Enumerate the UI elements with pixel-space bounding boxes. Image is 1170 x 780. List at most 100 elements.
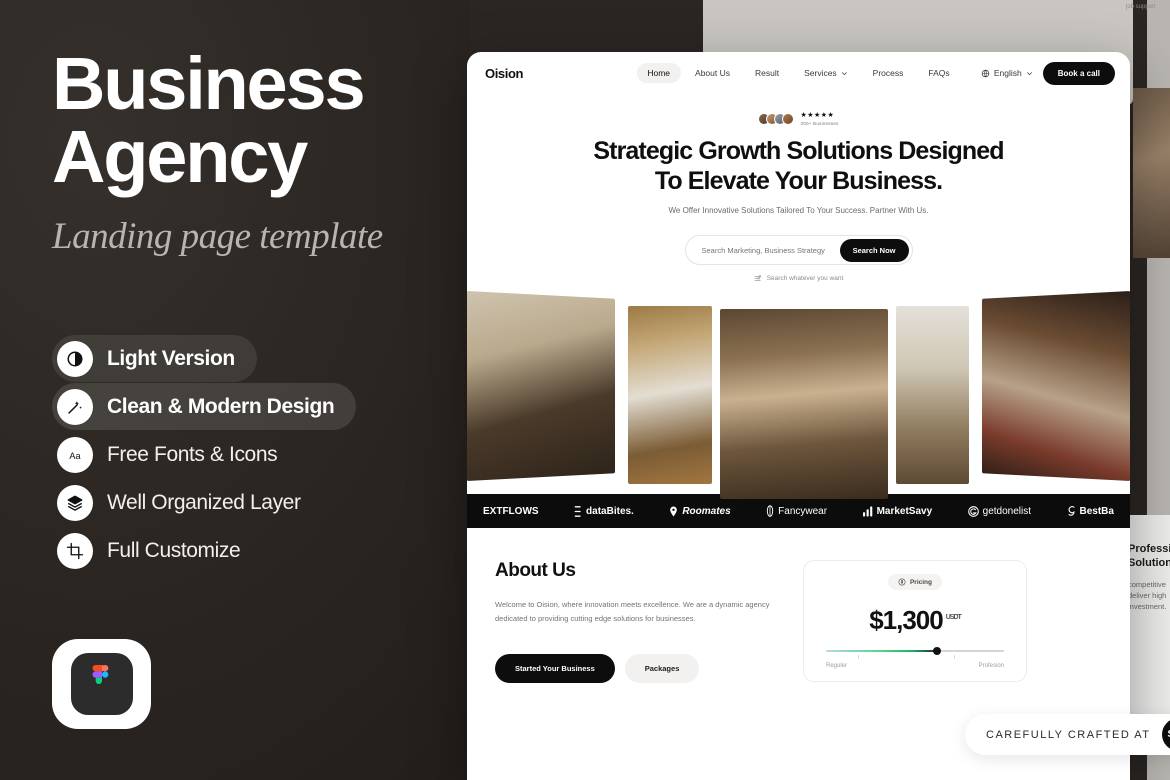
hero-gallery bbox=[467, 290, 1130, 499]
bean-icon bbox=[1068, 505, 1074, 516]
background-right-photo bbox=[1133, 88, 1170, 258]
brand-logo-nextflows: EXTFLOWS bbox=[483, 506, 539, 517]
crop-icon bbox=[57, 532, 93, 569]
nav-label: Result bbox=[754, 68, 780, 78]
layers-icon bbox=[57, 484, 93, 521]
nav-label: Process bbox=[872, 68, 904, 78]
feature-label: Light Version bbox=[107, 346, 235, 370]
hero-search: Search Now Search whatever you want bbox=[684, 235, 913, 282]
search-input[interactable] bbox=[701, 245, 840, 255]
feature-label: Free Fonts & Icons bbox=[107, 442, 278, 466]
nav-menu: Home About Us Result Services Process FA… bbox=[636, 63, 960, 83]
pricing-badge: Pricing bbox=[887, 574, 943, 590]
slider-tick bbox=[954, 655, 956, 659]
nav-item-services[interactable]: Services bbox=[793, 63, 859, 83]
figma-logo-badge bbox=[52, 639, 151, 729]
background-right-card: Professional Solutions competitive deliv… bbox=[1124, 515, 1170, 735]
nav-right-group: English Book a call bbox=[981, 61, 1115, 85]
feature-item-well-organized-layer: Well Organized Layer bbox=[52, 479, 323, 526]
gallery-image-woman-record-store bbox=[720, 309, 888, 499]
typography-icon: Aa bbox=[57, 436, 93, 473]
feature-label: Full Customize bbox=[107, 538, 241, 562]
crafted-at-watermark: CAREFULLY CRAFTED AT Slab! bbox=[965, 714, 1170, 755]
slider-min-label: Reguler bbox=[826, 663, 848, 669]
background-card-body: competitive deliver high investment. bbox=[1128, 579, 1167, 612]
brand-logo-databites: dataBites. bbox=[574, 506, 634, 517]
promo-subtitle: Landing page template bbox=[52, 216, 383, 258]
brand-logo-bestbank: BestBa bbox=[1067, 506, 1114, 517]
book-a-call-button[interactable]: Book a call bbox=[1042, 61, 1115, 85]
bars-icon bbox=[574, 505, 581, 517]
nav-label: About Us bbox=[695, 68, 730, 78]
brand-logos-strip: EXTFLOWS dataBites. Roomates Fancywear M… bbox=[467, 494, 1130, 528]
about-text-column: About Us Welcome to Oision, where innova… bbox=[495, 560, 785, 683]
hero-heading-line-2: To Elevate Your Business. bbox=[654, 167, 943, 195]
about-section: About Us Welcome to Oision, where innova… bbox=[467, 528, 1130, 683]
nav-item-faqs[interactable]: FAQs bbox=[917, 63, 960, 83]
hero-heading: Strategic Growth Solutions Designed To E… bbox=[467, 136, 1130, 196]
brand-name: EXTFLOWS bbox=[483, 505, 539, 517]
promo-title-line-2: Agency bbox=[52, 114, 308, 198]
site-navbar: Oision Home About Us Result Services Pro… bbox=[467, 52, 1130, 94]
slab-logo: Slab! bbox=[1162, 718, 1170, 751]
slider-track[interactable] bbox=[826, 650, 1004, 652]
chart-icon bbox=[862, 506, 872, 516]
packages-button[interactable]: Packages bbox=[624, 653, 700, 683]
brand-logo-getdonelist: getdonelist bbox=[967, 505, 1032, 517]
start-business-button[interactable]: Started Your Business bbox=[495, 653, 615, 683]
figma-icon bbox=[70, 653, 133, 715]
background-corner-note: job support bbox=[1126, 4, 1156, 10]
chevron-down-icon bbox=[841, 71, 847, 75]
hero-section: ★★★★★ 200+ Businesses Strategic Growth S… bbox=[467, 94, 1130, 282]
contrast-icon bbox=[57, 340, 93, 377]
search-hint: Search whatever you want bbox=[685, 274, 913, 282]
about-body: Welcome to Oision, where innovation meet… bbox=[495, 600, 770, 623]
brand-logo-roomates: Roomates bbox=[669, 505, 731, 517]
brand-name: MarketSavy bbox=[876, 505, 933, 517]
rating-subtext: 200+ Businesses bbox=[800, 121, 839, 126]
nav-item-process[interactable]: Process bbox=[862, 63, 915, 83]
brand-logo[interactable]: Oision bbox=[485, 66, 523, 81]
avatar bbox=[782, 113, 795, 125]
about-heading: About Us bbox=[495, 560, 576, 581]
magic-wand-icon bbox=[57, 388, 93, 425]
feather-icon bbox=[767, 505, 774, 517]
watermark-text: CAREFULLY CRAFTED AT bbox=[986, 728, 1151, 741]
brand-name: Fancywear bbox=[778, 505, 828, 517]
slider-knob[interactable] bbox=[932, 647, 941, 655]
search-now-button[interactable]: Search Now bbox=[839, 238, 909, 262]
feature-label: Well Organized Layer bbox=[107, 490, 301, 514]
brand-name: BestBa bbox=[1079, 505, 1114, 517]
nav-item-result[interactable]: Result bbox=[744, 63, 790, 83]
brand-name: Roomates bbox=[682, 505, 731, 517]
rating-text-group: ★★★★★ 200+ Businesses bbox=[800, 112, 838, 126]
brand-logo-fancywear: Fancywear bbox=[766, 505, 827, 517]
search-bar[interactable]: Search Now bbox=[684, 235, 913, 265]
dollar-circle-icon bbox=[898, 578, 906, 586]
brand-name: getdonelist bbox=[982, 505, 1032, 517]
hero-subheading: We Offer Innovative Solutions Tailored T… bbox=[668, 206, 929, 215]
search-hint-label: Search whatever you want bbox=[766, 274, 844, 282]
background-card-title: Professional Solutions bbox=[1128, 543, 1170, 569]
nav-label: Home bbox=[647, 68, 671, 78]
language-selector[interactable]: English bbox=[981, 68, 1033, 78]
slider-max-label: Profesion bbox=[978, 663, 1004, 669]
promo-title-block: Business Agency Landing page template bbox=[52, 47, 452, 258]
nav-item-about-us[interactable]: About Us bbox=[684, 63, 741, 83]
website-preview: Oision Home About Us Result Services Pro… bbox=[467, 52, 1130, 780]
star-rating-icon: ★★★★★ bbox=[800, 112, 835, 119]
language-label: English bbox=[993, 68, 1022, 78]
feature-item-free-fonts-icons: Aa Free Fonts & Icons bbox=[52, 431, 299, 478]
about-buttons: Started Your Business Packages bbox=[495, 653, 785, 683]
gallery-image-vinyl-shelf bbox=[628, 306, 712, 484]
spiral-icon bbox=[967, 505, 979, 517]
pin-icon bbox=[670, 506, 678, 516]
gallery-image-hand-browsing-records bbox=[981, 290, 1130, 482]
pricing-currency: USDT bbox=[945, 614, 962, 622]
pricing-slider[interactable]: Reguler Profesion bbox=[826, 647, 1004, 669]
feature-list: Light Version Clean & Modern Design Aa F… bbox=[52, 335, 357, 575]
brand-logo-marketsavy: MarketSavy bbox=[862, 505, 933, 517]
feature-item-light-version: Light Version bbox=[52, 335, 257, 382]
nav-item-home[interactable]: Home bbox=[636, 63, 682, 83]
slider-labels: Reguler Profesion bbox=[826, 663, 1004, 669]
